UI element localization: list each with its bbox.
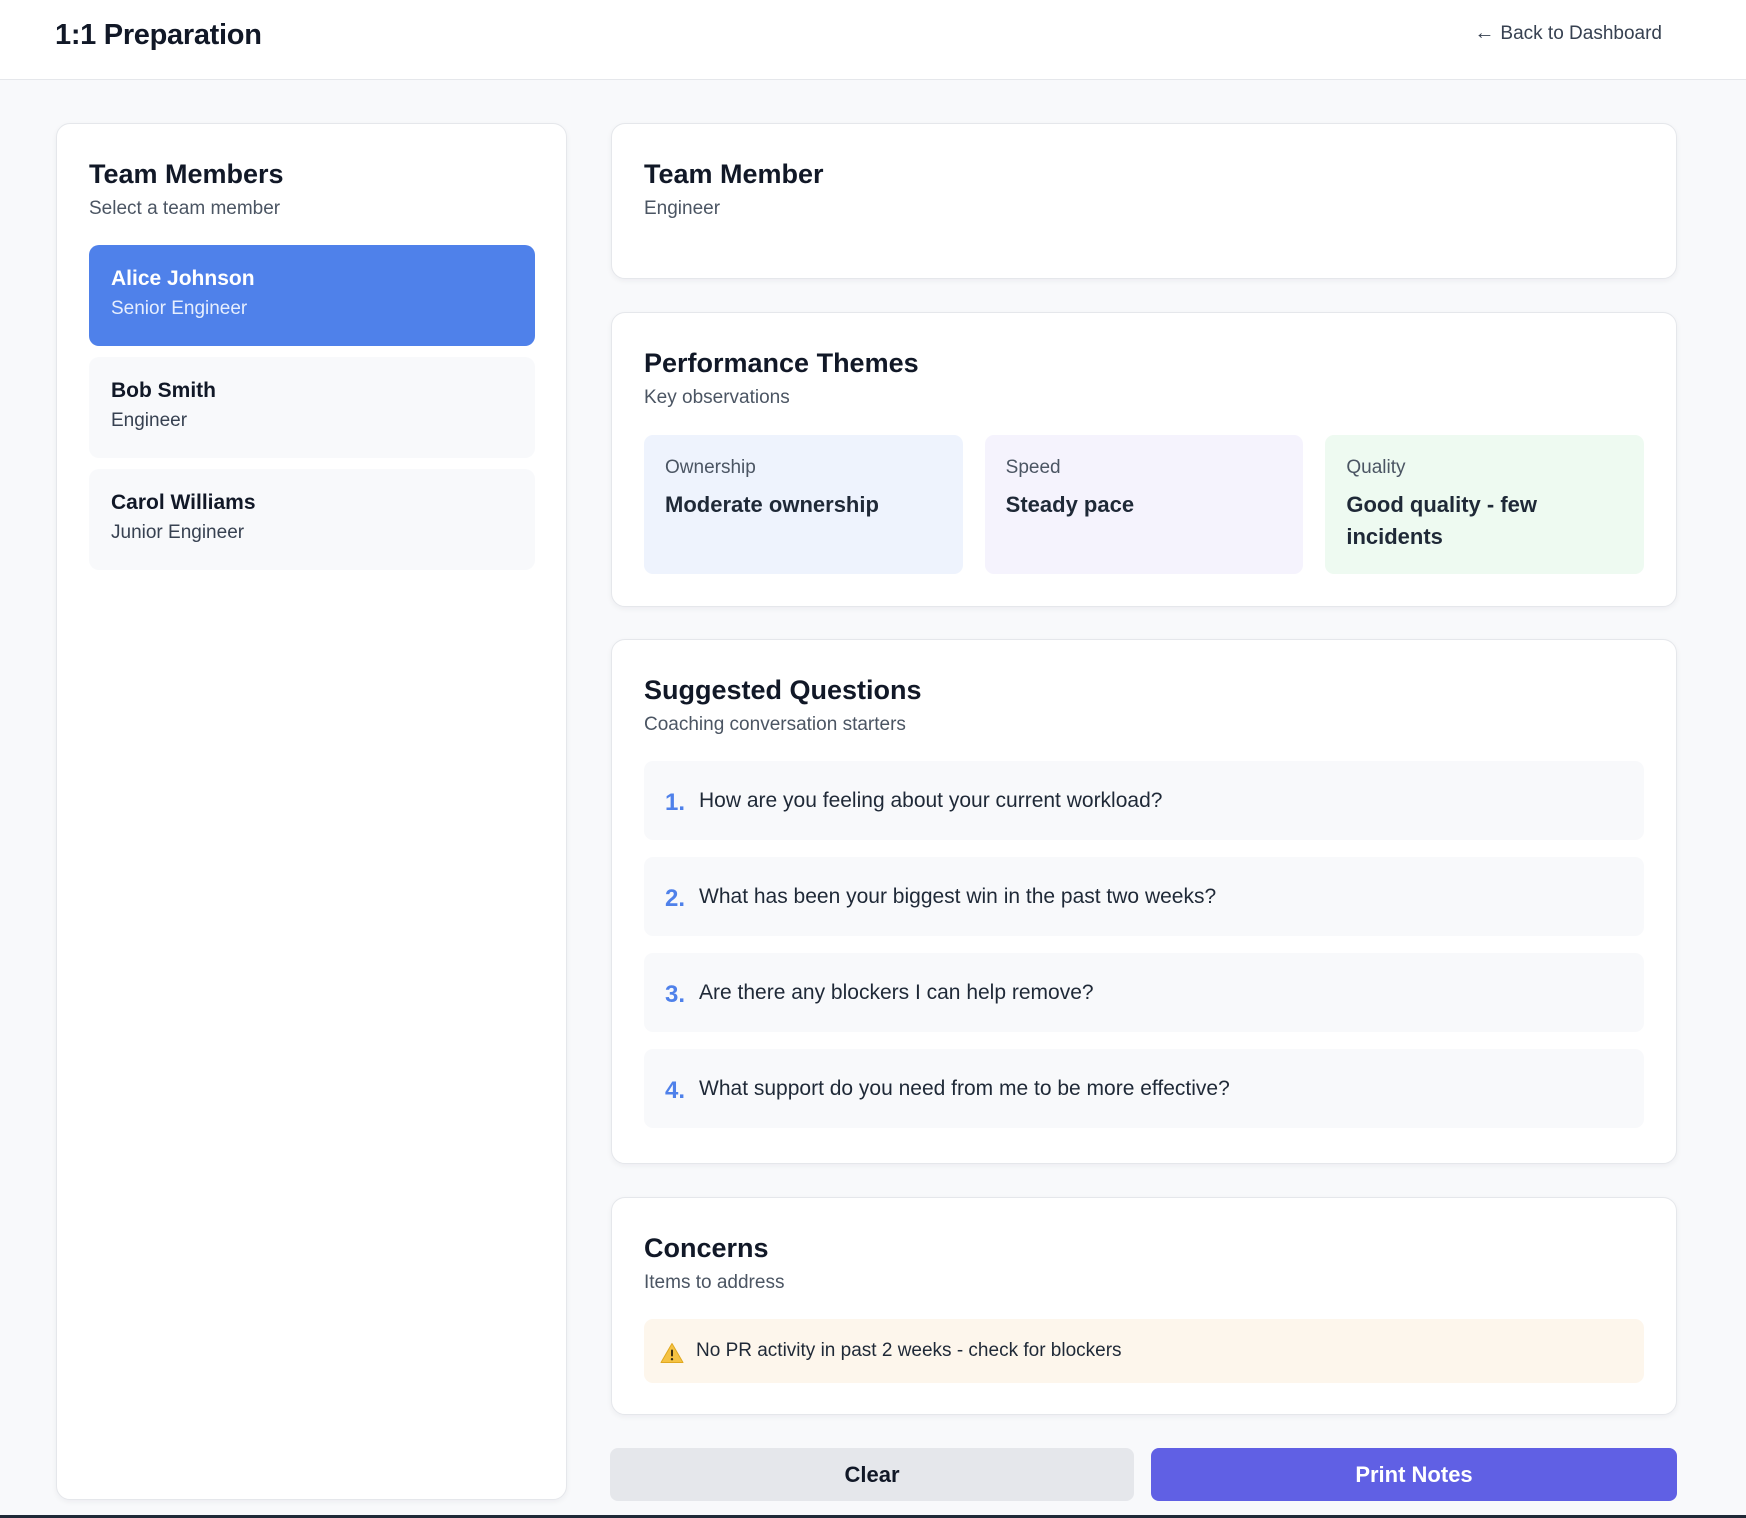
- question-text: Are there any blockers I can help remove…: [699, 980, 1094, 1004]
- theme-value: Steady pace: [1005, 492, 1135, 518]
- theme-tile-quality: Quality Good quality - few incidents: [1325, 435, 1645, 575]
- questions-title: Suggested Questions: [644, 675, 922, 705]
- suggested-questions-card: Suggested Questions Coaching conversatio…: [611, 639, 1677, 1164]
- question-list: 1. How are you feeling about your curren…: [644, 761, 1644, 1129]
- member-item-carol-williams[interactable]: Carol Williams Junior Engineer: [89, 469, 535, 571]
- top-bar: 1:1 Preparation ← Back to Dashboard: [0, 0, 1746, 80]
- theme-label: Ownership: [665, 457, 756, 479]
- theme-label: Speed: [1005, 457, 1061, 479]
- team-members-title: Team Members: [89, 159, 284, 189]
- team-members-subtitle: Select a team member: [89, 198, 281, 220]
- theme-value: Good quality - few incidents: [1346, 492, 1538, 550]
- question-item: 2. What has been your biggest win in the…: [644, 857, 1644, 937]
- question-item: 1. How are you feeling about your curren…: [644, 761, 1644, 841]
- profile-card: Team Member Engineer: [611, 123, 1677, 279]
- warning-icon: [660, 1343, 684, 1364]
- concern-item: No PR activity in past 2 weeks - check f…: [644, 1319, 1644, 1384]
- member-name: Bob Smith: [111, 379, 216, 403]
- question-number: 1.: [665, 788, 686, 816]
- questions-subtitle: Coaching conversation starters: [644, 714, 906, 736]
- themes-subtitle: Key observations: [644, 387, 790, 409]
- question-item: 3. Are there any blockers I can help rem…: [644, 953, 1644, 1033]
- profile-role: Engineer: [644, 198, 721, 220]
- profile-name: Team Member: [644, 159, 824, 189]
- concerns-card: Concerns Items to address No PR activity…: [611, 1197, 1677, 1415]
- member-name: Alice Johnson: [111, 267, 255, 291]
- member-role: Engineer: [111, 410, 188, 432]
- team-members-panel: Team Members Select a team member Alice …: [56, 123, 567, 1500]
- question-text: How are you feeling about your current w…: [699, 788, 1163, 812]
- member-role: Junior Engineer: [111, 522, 245, 544]
- member-name: Carol Williams: [111, 491, 256, 515]
- question-text: What support do you need from me to be m…: [699, 1076, 1230, 1100]
- theme-tile-speed: Speed Steady pace: [984, 435, 1304, 575]
- themes-title: Performance Themes: [644, 348, 919, 378]
- back-link-label: Back to Dashboard: [1500, 22, 1662, 44]
- question-text: What has been your biggest win in the pa…: [699, 884, 1217, 908]
- question-number: 2.: [665, 884, 686, 912]
- member-list: Alice Johnson Senior Engineer Bob Smith …: [89, 245, 535, 571]
- print-notes-button[interactable]: Print Notes: [1151, 1448, 1677, 1501]
- question-number: 3.: [665, 980, 686, 1008]
- member-item-alice-johnson[interactable]: Alice Johnson Senior Engineer: [89, 245, 535, 347]
- performance-themes-card: Performance Themes Key observations Owne…: [611, 312, 1677, 607]
- arrow-left-icon: ←: [1474, 22, 1495, 44]
- member-role: Senior Engineer: [111, 298, 248, 320]
- themes-grid: Ownership Moderate ownership Speed Stead…: [644, 435, 1645, 575]
- concerns-subtitle: Items to address: [644, 1272, 785, 1294]
- clear-button[interactable]: Clear: [610, 1448, 1134, 1501]
- concern-text: No PR activity in past 2 weeks - check f…: [696, 1340, 1122, 1362]
- concerns-title: Concerns: [644, 1233, 769, 1263]
- question-number: 4.: [665, 1076, 686, 1104]
- question-item: 4. What support do you need from me to b…: [644, 1049, 1644, 1129]
- back-to-dashboard-link[interactable]: ← Back to Dashboard: [1474, 22, 1662, 45]
- theme-value: Moderate ownership: [665, 492, 879, 518]
- page-title: 1:1 Preparation: [55, 19, 262, 51]
- member-item-bob-smith[interactable]: Bob Smith Engineer: [89, 357, 535, 459]
- theme-tile-ownership: Ownership Moderate ownership: [644, 435, 963, 575]
- theme-label: Quality: [1346, 457, 1406, 479]
